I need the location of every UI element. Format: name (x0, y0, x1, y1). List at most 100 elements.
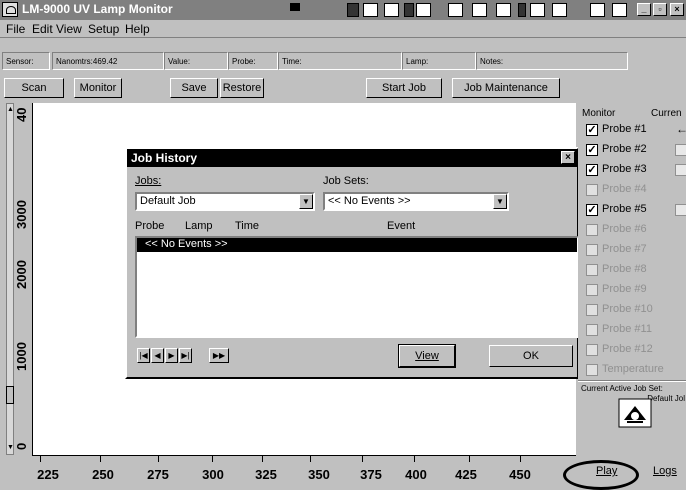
y-tick-label: 1000 (14, 342, 29, 371)
probe-label: Probe #8 (602, 263, 647, 275)
start-job-button[interactable]: Start Job (366, 78, 442, 98)
jobs-dropdown-value: Default Job (140, 195, 196, 207)
scroll-down-arrow-icon[interactable]: ▼ (7, 444, 14, 452)
probe-checkbox[interactable]: ✓ (586, 204, 598, 216)
temperature-label: Temperature (602, 363, 664, 375)
list-item[interactable]: << No Events >> (137, 238, 577, 252)
chart-icon[interactable] (496, 3, 511, 17)
column-time: Time (235, 220, 260, 232)
probe-label: Probe #7 (602, 243, 647, 255)
maximize-button[interactable]: ▫ (653, 3, 667, 16)
probe-panel: Monitor Curren ✓ Probe #1 ← ✓ Probe #2 ✓… (578, 103, 686, 490)
dialog-title-bar[interactable]: Job History × (127, 149, 577, 167)
dropdown-arrow-icon[interactable]: ▼ (299, 194, 313, 209)
y-tick-label: 40 (14, 107, 29, 122)
value-field: Value: (164, 52, 228, 70)
toolbar-marker-icon (290, 3, 300, 11)
scan-button[interactable]: Scan (4, 78, 64, 98)
vertical-scrollbar[interactable]: ▲ ▼ (6, 103, 14, 455)
menu-help[interactable]: Help (125, 22, 150, 36)
column-probe: Probe (135, 220, 165, 232)
scrollbar-thumb[interactable] (6, 386, 14, 404)
fast-forward-icon[interactable]: ▶▶ (209, 348, 229, 363)
app-logo-icon (2, 2, 18, 17)
probe-label: Probe #12 (602, 343, 653, 355)
lamp-logo-icon (618, 398, 652, 428)
x-tick-mark (100, 455, 101, 462)
scroll-up-arrow-icon[interactable]: ▲ (7, 106, 14, 114)
probe-label: Probe #1 (602, 123, 647, 135)
title-bar: LM-9000 UV Lamp Monitor _ ▫ × (0, 0, 686, 20)
info-bar: Sensor: Nanomtrs:469.42 Value: Probe: Ti… (0, 52, 686, 71)
x-tick-mark (40, 455, 41, 462)
x-tick-mark (158, 455, 159, 462)
menu-setup[interactable]: Setup (88, 22, 119, 36)
floppy-icon[interactable] (347, 3, 359, 17)
minimize-button[interactable]: _ (637, 3, 651, 16)
probe-field: Probe: (228, 52, 278, 70)
menu-file[interactable]: File (6, 22, 25, 36)
events-listbox[interactable]: << No Events >> (135, 236, 579, 338)
first-record-icon[interactable]: |◀ (137, 348, 150, 363)
dropdown-arrow-icon[interactable]: ▼ (493, 194, 507, 209)
x-tick-label: 250 (92, 467, 114, 482)
help-icon[interactable] (590, 3, 605, 17)
menu-view[interactable]: View (56, 22, 82, 36)
print-icon[interactable] (416, 3, 431, 17)
previous-record-icon[interactable]: ◀ (151, 348, 164, 363)
current-indicator (675, 144, 686, 156)
x-tick-mark (520, 455, 521, 462)
close-button[interactable]: × (670, 3, 684, 16)
job-sets-dropdown[interactable]: << No Events >> ▼ (323, 192, 509, 211)
settings-icon[interactable] (552, 3, 567, 17)
y-tick-label: 3000 (14, 200, 29, 229)
probe-label: Probe #3 (602, 163, 647, 175)
last-record-icon[interactable]: ▶| (179, 348, 192, 363)
x-tick-mark (212, 455, 213, 462)
y-tick-label: 2000 (14, 260, 29, 289)
current-indicator (675, 164, 686, 176)
next-record-icon[interactable]: ▶ (165, 348, 178, 363)
eraser-icon[interactable] (612, 3, 627, 17)
lamp-field: Lamp: (402, 52, 476, 70)
probe-label: Probe #6 (602, 223, 647, 235)
ok-button[interactable]: OK (489, 345, 573, 367)
logs-button[interactable]: Logs (653, 465, 677, 477)
probe-checkbox (586, 244, 598, 256)
column-event: Event (387, 220, 416, 232)
page-icon[interactable] (363, 3, 378, 17)
restore-button[interactable]: Restore (220, 78, 264, 98)
view-button[interactable]: View (398, 344, 456, 368)
monitor-button[interactable]: Monitor (74, 78, 122, 98)
probe-label: Probe #11 (602, 323, 652, 335)
probe-checkbox (586, 184, 598, 196)
probe-checkbox[interactable]: ✓ (586, 164, 598, 176)
job-history-dialog: Job History × Jobs: Default Job ▼ Job Se… (125, 147, 579, 379)
current-indicator (675, 204, 686, 216)
temperature-checkbox (586, 364, 598, 376)
window-title: LM-9000 UV Lamp Monitor (22, 2, 173, 16)
probe-checkbox[interactable]: ✓ (586, 144, 598, 156)
graduation-cap-icon[interactable] (530, 3, 545, 17)
checkbox-icon[interactable] (472, 3, 487, 17)
search-page-icon[interactable] (448, 3, 463, 17)
dialog-close-button[interactable]: × (561, 151, 575, 164)
job-maintenance-button[interactable]: Job Maintenance (452, 78, 560, 98)
sensor-field: Sensor: (2, 52, 50, 70)
action-toolbar: Scan Monitor Save Restore Start Job Job … (0, 78, 686, 100)
tool-icon[interactable] (404, 3, 414, 17)
jobs-dropdown[interactable]: Default Job ▼ (135, 192, 315, 211)
menu-edit[interactable]: Edit (32, 22, 53, 36)
x-tick-label: 300 (202, 467, 224, 482)
current-header: Curren (651, 108, 682, 119)
probe-checkbox (586, 324, 598, 336)
job-sets-label: Job Sets: (323, 175, 369, 187)
x-tick-label: 375 (360, 467, 382, 482)
play-highlight-circle (563, 460, 639, 490)
open-folder-icon[interactable] (384, 3, 399, 17)
probe-checkbox[interactable]: ✓ (586, 124, 598, 136)
x-tick-label: 225 (37, 467, 59, 482)
save-button[interactable]: Save (170, 78, 218, 98)
marker-icon[interactable] (518, 3, 526, 17)
probe-checkbox (586, 304, 598, 316)
